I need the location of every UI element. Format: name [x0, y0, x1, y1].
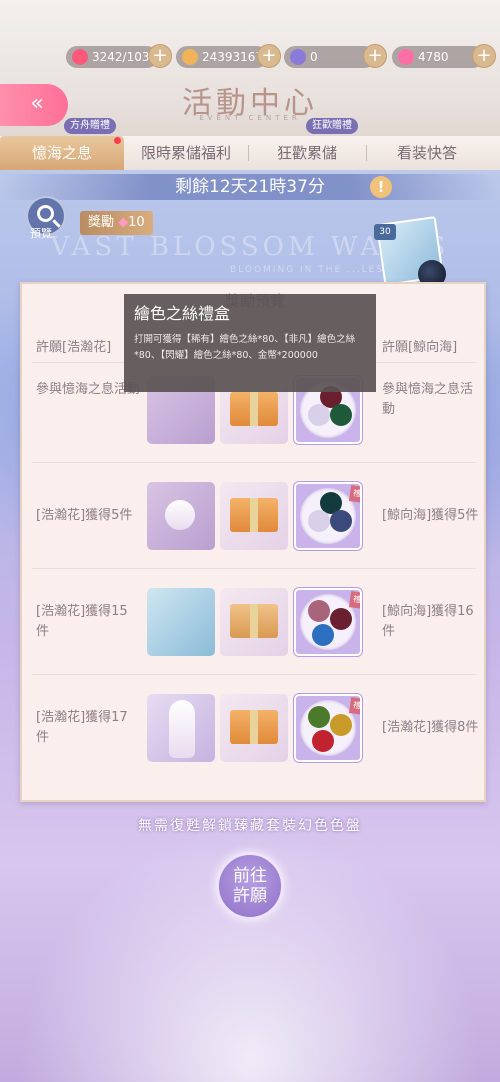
- add-diamond-button[interactable]: +: [363, 44, 387, 68]
- card-item[interactable]: [147, 588, 215, 656]
- reward-row: [浩瀚花]獲得5件 禮 [鯨向海]獲得5件: [22, 482, 488, 588]
- add-gem-button[interactable]: +: [472, 44, 496, 68]
- background-subtitle: BLOOMING IN THE ...LES: [230, 265, 385, 275]
- gift-box-icon: [230, 392, 278, 426]
- notification-dot: [114, 137, 121, 144]
- tooltip-title: 繪色之絲禮盒: [134, 304, 231, 323]
- flower-icon: [165, 500, 195, 530]
- palette-icon: [300, 700, 356, 756]
- left-column-header: 許願[浩瀚花]: [36, 340, 112, 355]
- outfit-item[interactable]: [147, 694, 215, 762]
- tab-carnival-recharge[interactable]: 狂歡累儲: [248, 136, 366, 170]
- cat-coin-icon: [182, 49, 198, 65]
- add-stamina-button[interactable]: +: [148, 44, 172, 68]
- divider: [32, 568, 476, 569]
- back-button[interactable]: «: [0, 84, 68, 126]
- countdown-timer: 剩餘12天21時37分: [0, 174, 500, 200]
- palette-icon: [300, 594, 356, 650]
- stamina-counter: 3242/103: [66, 46, 158, 68]
- search-icon: [37, 205, 54, 222]
- palette-icon: [300, 488, 356, 544]
- tab-bar: 憶海之息 限時累儲福利 狂歡累儲 看装快答: [0, 136, 500, 170]
- palette-item[interactable]: 禮: [294, 694, 362, 762]
- gift-tag-icon: 禮: [348, 591, 360, 609]
- divider: [32, 462, 476, 463]
- palette-item[interactable]: 禮: [294, 588, 362, 656]
- gift-tag-icon: 禮: [348, 485, 360, 503]
- tab-limited-recharge[interactable]: 限時累儲福利: [124, 136, 248, 170]
- gem-icon: [398, 49, 414, 65]
- gift-box-icon: [230, 710, 278, 744]
- gift-box-item[interactable]: [220, 588, 288, 656]
- divider: [32, 674, 476, 675]
- coin-counter: 24393167: [176, 46, 268, 68]
- tooltip-body: 打開可獲得【稀有】繪色之絲*80、【非凡】繪色之絲*80、【閃耀】繪色之絲*80…: [134, 334, 356, 361]
- gem-counter: 4780: [392, 46, 484, 68]
- diamond-icon: [290, 49, 306, 65]
- gift-box-item[interactable]: [220, 694, 288, 762]
- ark-gift-tag: 方舟贈禮: [64, 118, 116, 134]
- gem-icon: ◆: [118, 215, 129, 230]
- tab-outfit-quiz[interactable]: 看装快答: [366, 136, 488, 170]
- heart-icon: [72, 49, 88, 65]
- gift-box-icon: [230, 604, 278, 638]
- reward-row: [浩瀚花]獲得15件 禮 [鯨向海]獲得16件: [22, 588, 488, 694]
- info-icon[interactable]: !: [370, 176, 392, 198]
- card-level-badge: 30: [374, 224, 396, 240]
- right-column-header: 許願[鯨向海]: [382, 340, 458, 355]
- reward-row: [浩瀚花]獲得17件 禮 [浩瀚花]獲得8件: [22, 694, 488, 800]
- flower-item[interactable]: [147, 482, 215, 550]
- gift-box-item[interactable]: [220, 482, 288, 550]
- reward-badge[interactable]: 獎勵 ◆10: [80, 211, 153, 235]
- dress-icon: [169, 700, 195, 758]
- gift-box-icon: [230, 498, 278, 532]
- carnival-gift-tag: 狂歡贈禮: [306, 118, 358, 134]
- preview-label: 預覽: [30, 227, 52, 240]
- gift-tag-icon: 禮: [348, 697, 360, 715]
- item-tooltip: 繪色之絲禮盒 打開可獲得【稀有】繪色之絲*80、【非凡】繪色之絲*80、【閃耀】…: [124, 294, 376, 392]
- palette-item[interactable]: 禮: [294, 482, 362, 550]
- back-arrow-icon: «: [30, 91, 44, 116]
- add-coin-button[interactable]: +: [257, 44, 281, 68]
- tab-memory-sea[interactable]: 憶海之息: [0, 136, 124, 170]
- bottom-note: 無需復甦解鎖臻藏套裝幻色色盤: [138, 818, 362, 834]
- go-wish-button[interactable]: 前往 許願: [216, 852, 284, 920]
